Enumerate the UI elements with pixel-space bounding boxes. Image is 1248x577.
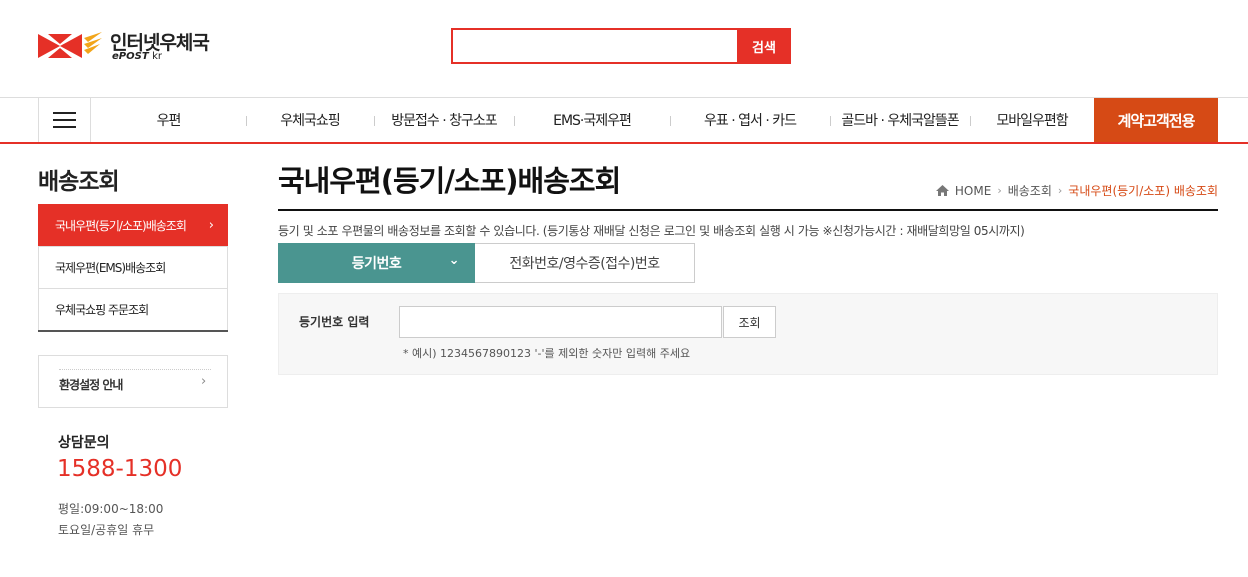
registration-number-label: 등기번호 입력 [299,315,370,329]
environment-settings-label: 환경설정 안내 [59,378,123,392]
customer-service-hours-weekday: 평일:09:00~18:00 [58,502,164,516]
sidebar-item-label: 우체국쇼핑 주문조회 [55,303,149,317]
gnb-items: 우편 우체국쇼핑 방문접수 · 창구소포 EMS·국제우편 우표 · 엽서 · … [91,98,1094,142]
chevron-right-icon: › [1057,184,1063,197]
gnb-item-ems[interactable]: EMS·국제우편 [514,98,670,142]
breadcrumb: HOME › 배송조회 › 국내우편(등기/소포) 배송조회 [935,182,1218,199]
title-divider [278,209,1218,211]
breadcrumb-level1[interactable]: 배송조회 [1008,182,1052,199]
chevron-right-icon: › [997,184,1002,197]
tracking-search-panel: 등기번호 입력 조회 * 예시) 1234567890123 '-'를 제외한 … [278,293,1218,375]
epost-logo[interactable]: 인터넷우체국 ePOST kr [38,28,238,68]
sidebar-item-domestic-tracking[interactable]: 국내우편(등기/소포)배송조회 › [38,204,228,246]
registration-number-hint: * 예시) 1234567890123 '-'를 제외한 숫자만 입력해 주세요 [403,347,691,360]
chevron-right-icon: › [201,374,207,389]
gnb-item-mobile-mailbox[interactable]: 모바일우편함 [970,98,1094,142]
sidebar-item-label: 국내우편(등기/소포)배송조회 [55,218,187,233]
sidebar-item-ems-tracking[interactable]: 국제우편(EMS)배송조회 [38,246,228,288]
chevron-down-icon: ⌄ [448,253,460,268]
hamburger-icon-bar [53,126,76,128]
gnb-item-shopping[interactable]: 우체국쇼핑 [246,98,374,142]
gnb-item-post[interactable]: 우편 [91,98,246,142]
header: 인터넷우체국 ePOST kr 검색 [0,0,1248,97]
tab-phone-receipt-number[interactable]: 전화번호/영수증(접수)번호 [475,243,695,283]
tracking-search-button[interactable]: 조회 [723,306,776,338]
breadcrumb-current: 국내우편(등기/소포) 배송조회 [1068,184,1218,198]
epost-logo-icon [38,32,102,58]
registration-number-input[interactable] [399,306,722,338]
tab-registration-number[interactable]: 등기번호 ⌄ [278,243,475,283]
tracking-tabs: 등기번호 ⌄ 전화번호/영수증(접수)번호 [278,243,695,283]
gnb-item-goldbar[interactable]: 골드바 · 우체국알뜰폰 [830,98,970,142]
tab-label: 전화번호/영수증(접수)번호 [509,256,660,272]
gnb-item-stamps[interactable]: 우표 · 엽서 · 카드 [670,98,830,142]
logo-sub-kr: kr [152,51,163,62]
gnb-item-visit-pickup[interactable]: 방문접수 · 창구소포 [374,98,514,142]
global-navigation: 우편 우체국쇼핑 방문접수 · 창구소포 EMS·국제우편 우표 · 엽서 · … [0,97,1248,144]
dotted-divider [59,369,211,370]
sidebar-item-shopping-orders[interactable]: 우체국쇼핑 주문조회 [38,288,228,330]
search-input[interactable] [451,28,737,64]
hamburger-icon-bar [53,112,76,114]
environment-settings-link[interactable]: 환경설정 안내 › [38,355,228,408]
page-title: 국내우편(등기/소포)배송조회 [278,164,621,198]
customer-service-phone: 1588-1300 [57,456,183,482]
sidebar-item-label: 국제우편(EMS)배송조회 [55,261,166,275]
page-description: 등기 및 소포 우편물의 배송정보를 조회할 수 있습니다. (등기통상 재배달… [278,224,1025,238]
chevron-right-icon: › [208,217,214,233]
sidebar-title: 배송조회 [38,169,120,195]
home-icon [935,185,949,196]
breadcrumb-home[interactable]: HOME [955,184,991,198]
search-button[interactable]: 검색 [737,28,791,64]
sidebar-menu: 국내우편(등기/소포)배송조회 › 국제우편(EMS)배송조회 우체국쇼핑 주문… [38,204,228,332]
gnb-contract-customer-button[interactable]: 계약고객전용 [1094,98,1218,142]
customer-service-hours-weekend: 토요일/공휴일 휴무 [58,523,155,537]
hamburger-menu-button[interactable] [38,98,91,142]
logo-subtext: ePOST kr [112,51,162,62]
hamburger-icon-bar [53,119,76,121]
logo-sub-main: ePOST [112,51,149,62]
customer-service-title: 상담문의 [58,435,110,451]
tab-label: 등기번호 [351,256,402,272]
